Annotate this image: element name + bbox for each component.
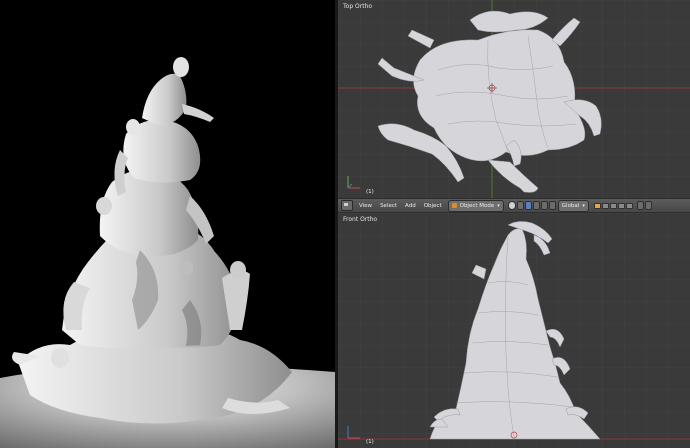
rotate-manipulator-button[interactable]: [540, 201, 548, 210]
frame-number: (1): [366, 189, 374, 195]
menu-select[interactable]: Select: [376, 203, 401, 209]
layer-button[interactable]: [601, 202, 609, 209]
orientation-dropdown[interactable]: Global ▾: [557, 199, 589, 212]
axis-gizmo-icon: [347, 426, 360, 439]
top-ortho-viewport[interactable]: Top Ortho (1): [338, 0, 690, 198]
chevron-down-icon: ▾: [497, 202, 500, 209]
mesh-front-view: [429, 221, 601, 440]
layer-buttons[interactable]: [593, 202, 633, 209]
chevron-down-icon: ▾: [582, 202, 585, 209]
layer-button[interactable]: [617, 202, 625, 209]
viewport-shading-button[interactable]: [507, 201, 516, 210]
lock-camera-button[interactable]: [636, 201, 644, 210]
layer-button[interactable]: [593, 202, 601, 209]
translate-manipulator-button[interactable]: [532, 201, 540, 210]
render-preview: [0, 0, 335, 448]
editor-type-icon[interactable]: [341, 200, 353, 211]
manipulator-toggle-button[interactable]: [524, 201, 532, 210]
layer-button[interactable]: [625, 202, 633, 209]
snap-button[interactable]: [644, 201, 652, 210]
mesh-top-view: [377, 10, 602, 193]
mode-label: Object Mode: [459, 202, 495, 209]
pivot-point-button[interactable]: [516, 201, 524, 210]
viewport-label: Front Ortho: [343, 216, 378, 223]
sculpture-render-image: [0, 0, 335, 448]
viewport-label: Top Ortho: [343, 3, 373, 10]
scale-manipulator-button[interactable]: [548, 201, 556, 210]
object-mode-icon: [451, 203, 457, 208]
menu-add[interactable]: Add: [401, 203, 420, 209]
orientation-label: Global: [561, 202, 580, 209]
viewport-header: View Select Add Object Object Mode ▾ Glo…: [338, 198, 690, 213]
frame-number: (1): [366, 439, 374, 445]
layer-button[interactable]: [609, 202, 617, 209]
menu-view[interactable]: View: [355, 203, 376, 209]
axis-gizmo-icon: [347, 176, 360, 189]
mode-dropdown[interactable]: Object Mode ▾: [447, 199, 504, 212]
front-ortho-viewport[interactable]: Front Ortho (1): [338, 213, 690, 448]
menu-object[interactable]: Object: [420, 203, 446, 209]
